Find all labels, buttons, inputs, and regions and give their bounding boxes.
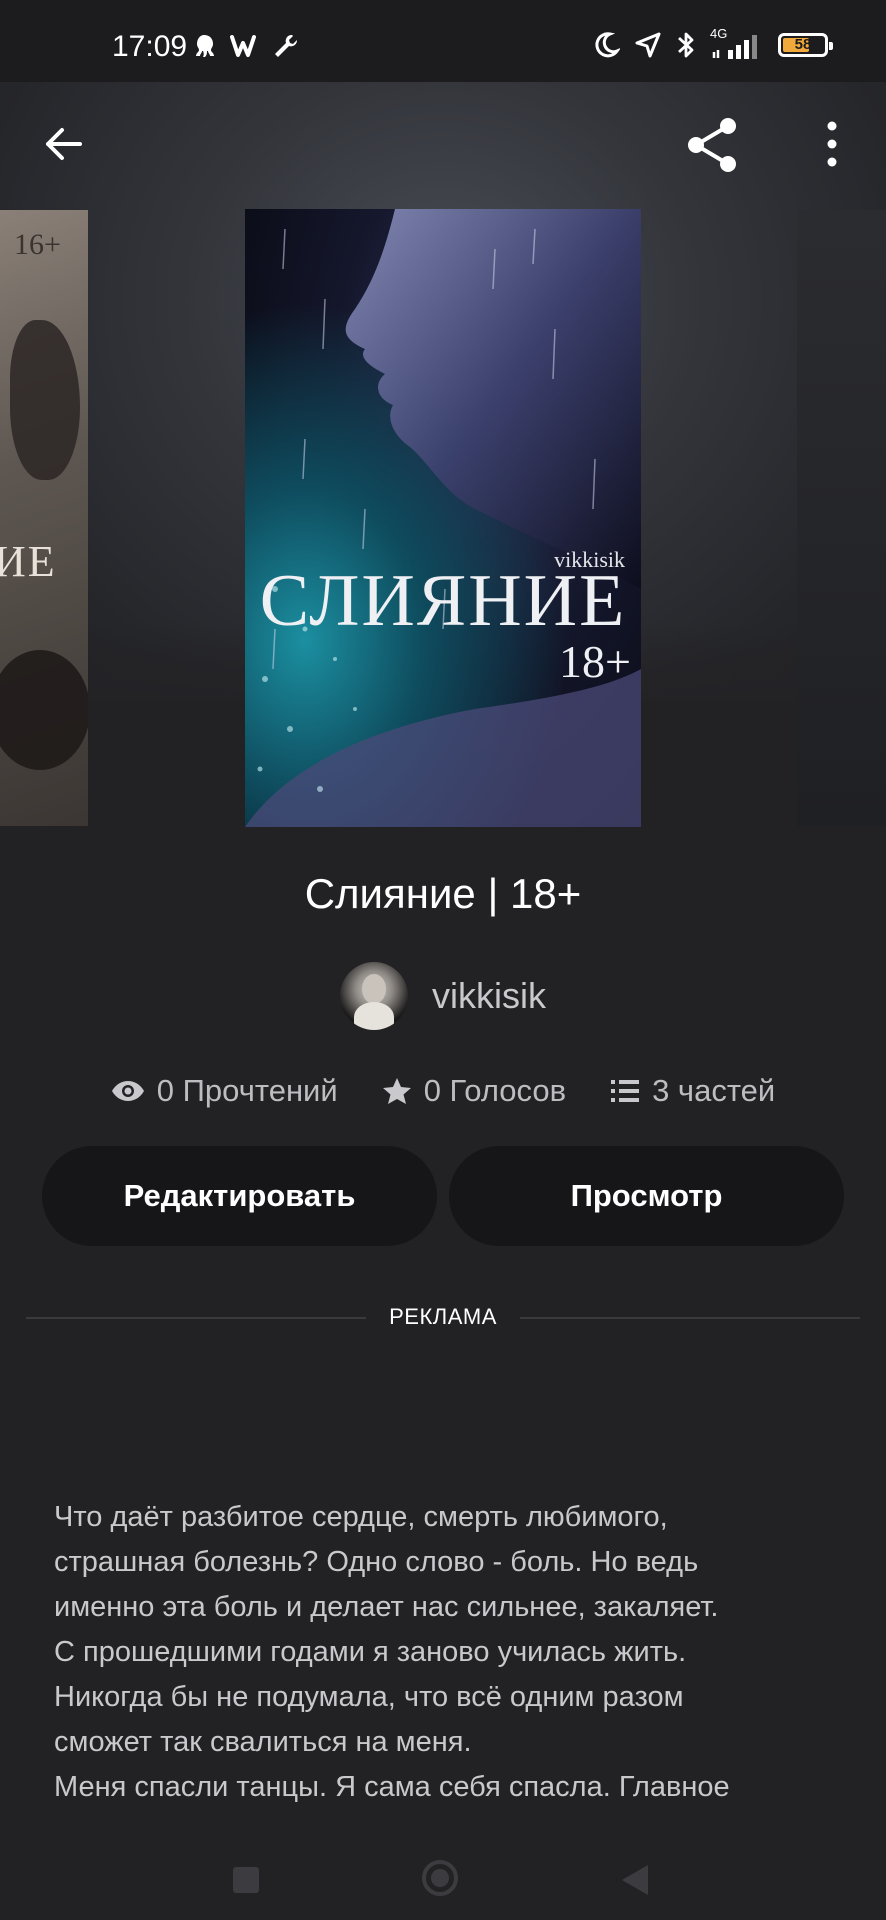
action-buttons: Редактировать Просмотр: [42, 1146, 844, 1246]
w-app-icon: [230, 35, 256, 57]
moon-icon: [595, 32, 620, 58]
cover-artwork: [245, 209, 641, 827]
parts-count: 3 частей: [652, 1073, 776, 1108]
cover-previous[interactable]: 16+ ИЕ: [0, 210, 88, 826]
book-title: Слияние | 18+: [304, 870, 582, 917]
cover-previous-title: ИЕ: [0, 537, 57, 586]
stat-reads: 0 Прочтений: [111, 1073, 338, 1109]
cover-previous-age: 16+: [14, 228, 61, 261]
octopus-icon: [196, 35, 214, 57]
reads-count: 0 Прочтений: [156, 1073, 338, 1108]
preview-button[interactable]: Просмотр: [449, 1146, 844, 1246]
home-button[interactable]: [422, 1860, 458, 1896]
more-vertical-icon: [827, 121, 837, 167]
system-icons: 4G 58: [594, 26, 833, 60]
stat-parts: 3 частей: [610, 1073, 775, 1109]
author-link[interactable]: vikkisik: [0, 962, 886, 1030]
votes-count: 0 Голосов: [423, 1073, 567, 1108]
signal-indicator: 4G: [710, 26, 764, 60]
author-name[interactable]: vikkisik: [432, 975, 546, 1017]
ad-divider: РЕКЛАМА: [26, 1302, 860, 1332]
bluetooth-icon: [678, 32, 694, 58]
battery-icon: 58: [778, 33, 833, 57]
more-options-button[interactable]: [820, 118, 844, 170]
status-bar: 17:09 4G 58: [0, 0, 886, 82]
cover-title: СЛИЯНИЕ: [259, 560, 627, 642]
back-button[interactable]: [38, 118, 90, 170]
share-button[interactable]: [684, 116, 742, 174]
star-icon: [382, 1078, 411, 1104]
cover-age-rating: 18+: [559, 636, 631, 687]
book-description: Что даёт разбитое сердце, смерть любимог…: [54, 1501, 730, 1803]
system-nav-bar: [0, 1810, 886, 1920]
signal-icon: [712, 35, 757, 59]
author-avatar[interactable]: [340, 962, 408, 1030]
recents-button[interactable]: [233, 1867, 259, 1893]
cover-next[interactable]: [797, 210, 886, 826]
notification-icons: [190, 32, 300, 60]
wrench-icon: [275, 34, 298, 57]
list-icon: [611, 1080, 640, 1102]
eye-icon: [111, 1081, 144, 1101]
status-time: 17:09: [112, 30, 188, 63]
battery-level: 58: [794, 36, 812, 53]
arrow-left-icon: [46, 128, 82, 160]
ad-label: РЕКЛАМА: [389, 1304, 497, 1329]
share-icon: [688, 118, 736, 172]
location-arrow-icon: [635, 32, 661, 58]
book-stats: 0 Прочтений 0 Голосов 3 частей: [0, 1073, 886, 1109]
system-back-button[interactable]: [622, 1865, 648, 1895]
edit-button[interactable]: Редактировать: [42, 1146, 437, 1246]
cover-image[interactable]: vikkisik СЛИЯНИЕ 18+: [245, 209, 641, 827]
stat-votes: 0 Голосов: [382, 1073, 566, 1109]
